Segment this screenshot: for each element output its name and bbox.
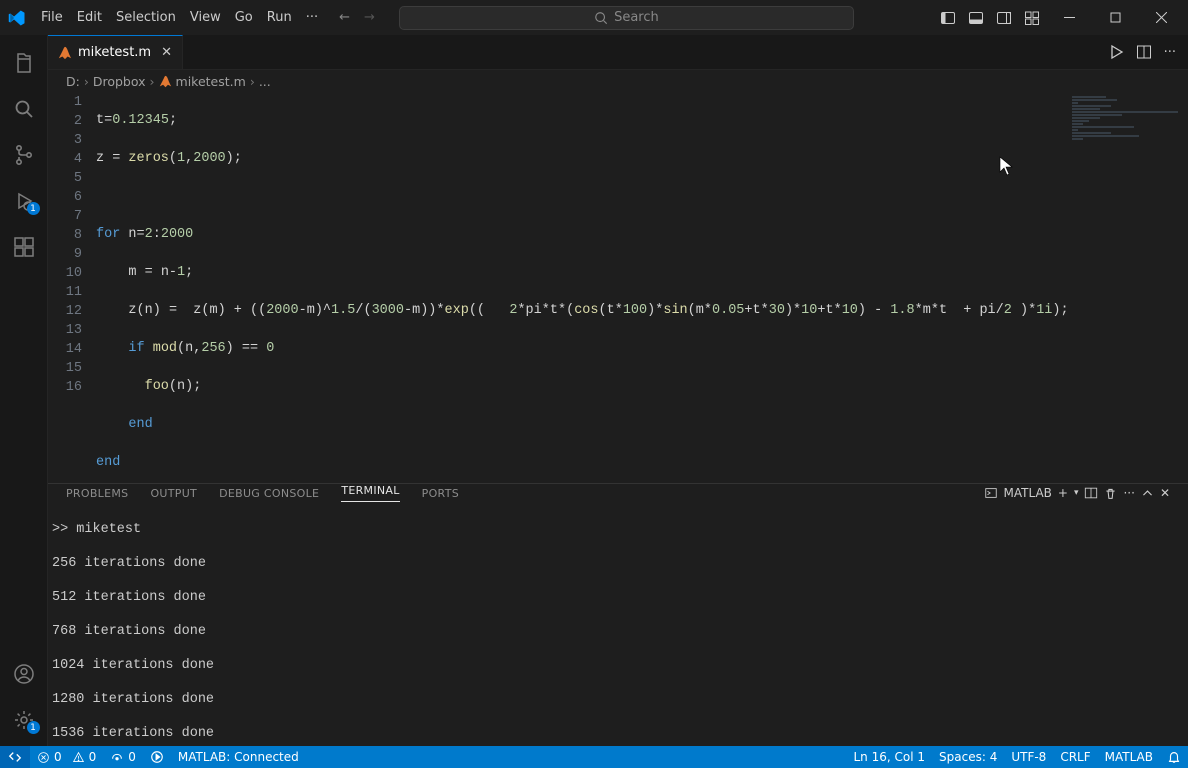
terminal-output[interactable]: >> miketest 256 iterations done 512 iter… bbox=[48, 502, 1188, 768]
editor-tab-miketest[interactable]: miketest.m ✕ bbox=[48, 35, 183, 69]
activity-manage-icon[interactable]: 1 bbox=[0, 700, 48, 740]
terminal-target-icon[interactable] bbox=[984, 486, 998, 500]
toggle-primary-sidebar-icon[interactable] bbox=[934, 10, 962, 26]
vscode-logo-icon bbox=[8, 9, 26, 27]
panel-tab-ports[interactable]: PORTS bbox=[422, 487, 459, 500]
terminal-split-icon[interactable] bbox=[1084, 486, 1098, 500]
status-remote-icon[interactable] bbox=[0, 746, 30, 768]
status-bar: 0 0 0 MATLAB: Connected Ln 16, Col 1 Spa… bbox=[0, 746, 1188, 768]
toggle-secondary-sidebar-icon[interactable] bbox=[990, 10, 1018, 26]
status-matlab[interactable]: MATLAB: Connected bbox=[171, 746, 306, 768]
menu-run[interactable]: Run bbox=[260, 0, 299, 35]
nav-back-icon[interactable]: ← bbox=[339, 10, 350, 25]
status-indent[interactable]: Spaces: 4 bbox=[932, 746, 1004, 768]
status-live-share-icon[interactable] bbox=[143, 746, 171, 768]
tab-close-icon[interactable]: ✕ bbox=[161, 45, 172, 60]
menu-file[interactable]: File bbox=[34, 0, 70, 35]
panel-more-icon[interactable]: ··· bbox=[1123, 486, 1134, 500]
breadcrumb[interactable]: D:› Dropbox› miketest.m› ... bbox=[48, 70, 1188, 92]
window-maximize-button[interactable] bbox=[1092, 0, 1138, 35]
breadcrumb-file[interactable]: miketest.m bbox=[176, 74, 246, 89]
terminal-picker-label[interactable]: MATLAB bbox=[1004, 486, 1052, 500]
activity-accounts-icon[interactable] bbox=[0, 654, 48, 694]
command-center-search[interactable]: Search bbox=[399, 6, 854, 30]
line-number-gutter: 12345678910111213141516 bbox=[48, 92, 96, 483]
editor-body[interactable]: 12345678910111213141516 t=0.12345; z = z… bbox=[48, 92, 1188, 483]
panel-tab-output[interactable]: OUTPUT bbox=[150, 487, 197, 500]
panel-tab-debugconsole[interactable]: DEBUG CONSOLE bbox=[219, 487, 319, 500]
activity-run-debug-icon[interactable]: 1 bbox=[0, 181, 48, 221]
minimap[interactable] bbox=[1068, 92, 1188, 483]
status-ports[interactable]: 0 bbox=[103, 746, 143, 768]
breadcrumb-drive[interactable]: D: bbox=[66, 74, 80, 89]
panel-tabs: PROBLEMS OUTPUT DEBUG CONSOLE TERMINAL P… bbox=[48, 484, 1188, 502]
split-editor-icon[interactable] bbox=[1136, 44, 1152, 60]
search-icon bbox=[594, 11, 608, 25]
search-placeholder: Search bbox=[614, 10, 659, 25]
run-file-icon[interactable] bbox=[1108, 44, 1124, 60]
status-errors[interactable]: 0 0 bbox=[30, 746, 103, 768]
terminal-new-icon[interactable]: + bbox=[1058, 486, 1068, 500]
activity-search-icon[interactable] bbox=[0, 89, 48, 129]
breadcrumb-more[interactable]: ... bbox=[259, 74, 271, 89]
status-encoding[interactable]: UTF-8 bbox=[1004, 746, 1053, 768]
activity-explorer-icon[interactable] bbox=[0, 43, 48, 83]
menu-view[interactable]: View bbox=[183, 0, 228, 35]
menu-selection[interactable]: Selection bbox=[109, 0, 183, 35]
activity-scm-icon[interactable] bbox=[0, 135, 48, 175]
panel-tab-problems[interactable]: PROBLEMS bbox=[66, 487, 128, 500]
more-actions-icon[interactable]: ··· bbox=[1164, 45, 1176, 60]
activity-extensions-icon[interactable] bbox=[0, 227, 48, 267]
window-minimize-button[interactable] bbox=[1046, 0, 1092, 35]
manage-badge: 1 bbox=[27, 721, 40, 734]
activity-bar: 1 1 bbox=[0, 35, 48, 746]
tab-label: miketest.m bbox=[78, 45, 151, 60]
terminal-kill-icon[interactable] bbox=[1104, 487, 1117, 500]
terminal-dropdown-icon[interactable]: ▾ bbox=[1074, 488, 1079, 498]
nav-forward-icon[interactable]: → bbox=[364, 10, 375, 25]
window-close-button[interactable] bbox=[1138, 0, 1184, 35]
editor-area: miketest.m ✕ ··· D:› Dropbox› miketest.m… bbox=[48, 35, 1188, 746]
toggle-panel-icon[interactable] bbox=[962, 10, 990, 26]
status-eol[interactable]: CRLF bbox=[1053, 746, 1097, 768]
menu-edit[interactable]: Edit bbox=[70, 0, 109, 35]
status-notifications-icon[interactable] bbox=[1160, 746, 1188, 768]
panel-close-icon[interactable]: ✕ bbox=[1160, 486, 1170, 500]
panel-tab-terminal[interactable]: TERMINAL bbox=[341, 484, 399, 502]
customize-layout-icon[interactable] bbox=[1018, 10, 1046, 26]
menu-more[interactable]: ··· bbox=[299, 10, 325, 25]
matlab-file-icon bbox=[58, 46, 72, 60]
status-line-col[interactable]: Ln 16, Col 1 bbox=[847, 746, 933, 768]
code-content[interactable]: t=0.12345; z = zeros(1,2000); for n=2:20… bbox=[96, 92, 1068, 483]
breadcrumb-folder[interactable]: Dropbox bbox=[93, 74, 146, 89]
matlab-file-icon bbox=[159, 75, 172, 88]
menu-go[interactable]: Go bbox=[228, 0, 260, 35]
title-bar: File Edit Selection View Go Run ··· ← → … bbox=[0, 0, 1188, 35]
editor-tabbar: miketest.m ✕ ··· bbox=[48, 35, 1188, 70]
panel-maximize-icon[interactable] bbox=[1141, 487, 1154, 500]
status-language[interactable]: MATLAB bbox=[1098, 746, 1160, 768]
bottom-panel: PROBLEMS OUTPUT DEBUG CONSOLE TERMINAL P… bbox=[48, 483, 1188, 746]
debug-badge: 1 bbox=[27, 202, 40, 215]
